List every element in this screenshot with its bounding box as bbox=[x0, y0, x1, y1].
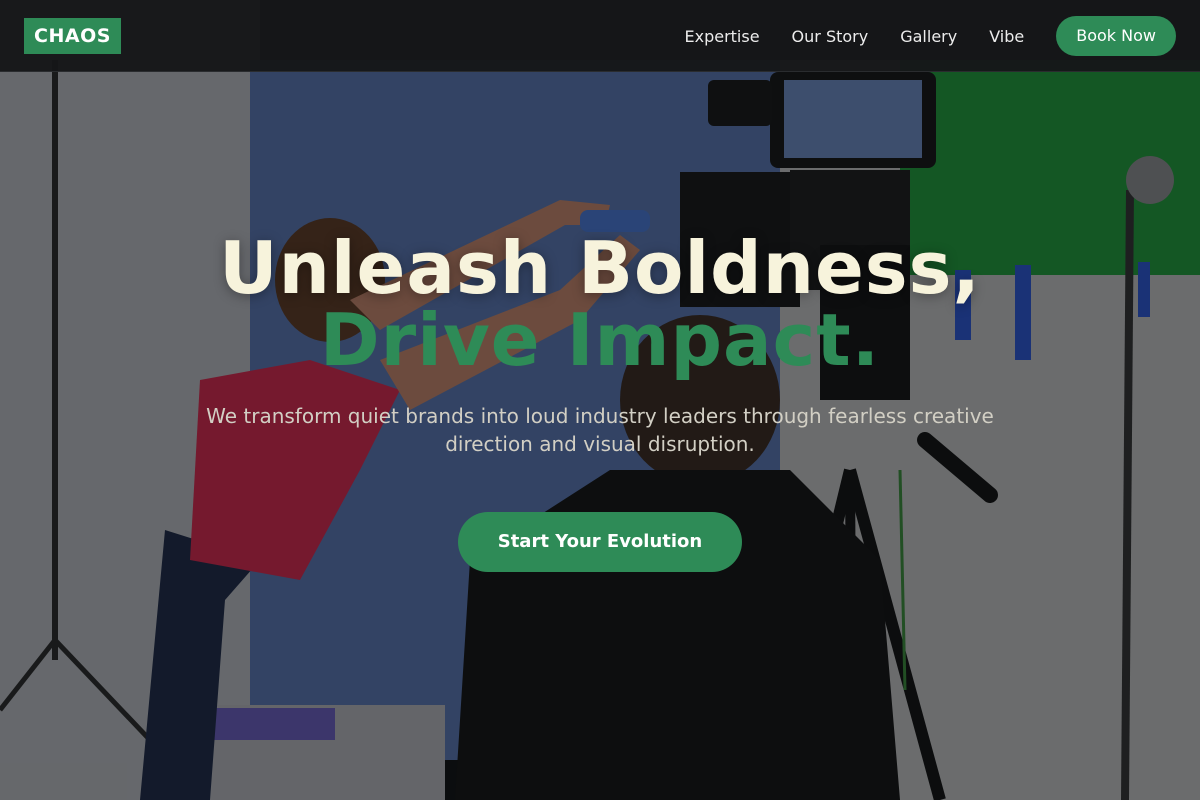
hero-subtext: We transform quiet brands into loud indu… bbox=[206, 404, 994, 456]
nav-link-gallery[interactable]: Gallery bbox=[900, 27, 957, 46]
book-now-button[interactable]: Book Now bbox=[1056, 16, 1176, 56]
hero-section: Unleash Boldness, Drive Impact. We trans… bbox=[0, 232, 1200, 572]
nav-link-our-story[interactable]: Our Story bbox=[792, 27, 869, 46]
landing-page: CHAOS Expertise Our Story Gallery Vibe B… bbox=[0, 0, 1200, 800]
nav-link-vibe[interactable]: Vibe bbox=[989, 27, 1024, 46]
brand-logo[interactable]: CHAOS bbox=[24, 18, 121, 54]
nav-links: Expertise Our Story Gallery Vibe Book No… bbox=[684, 0, 1176, 72]
hero-headline-line1: Unleash Boldness, bbox=[219, 226, 981, 310]
start-evolution-button[interactable]: Start Your Evolution bbox=[458, 512, 742, 572]
hero-headline-line2: Drive Impact. bbox=[319, 298, 881, 382]
nav-link-expertise[interactable]: Expertise bbox=[684, 27, 759, 46]
top-navbar: CHAOS Expertise Our Story Gallery Vibe B… bbox=[0, 0, 1200, 72]
hero-headline: Unleash Boldness, Drive Impact. bbox=[0, 232, 1200, 376]
